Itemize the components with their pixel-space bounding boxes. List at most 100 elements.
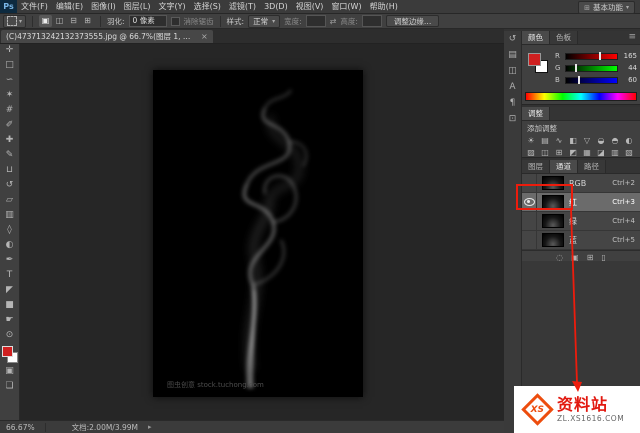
path-selection-tool[interactable]: ◤ [0, 283, 19, 298]
panel-menu-icon[interactable]: ≡ [628, 31, 636, 44]
screen-mode-button[interactable]: ❏ [0, 379, 19, 394]
new-selection-icon[interactable]: ▣ [39, 15, 52, 27]
menu-编辑(E)[interactable]: 编辑(E) [52, 0, 87, 13]
refine-edge-button[interactable]: 调整边缘… [386, 15, 440, 27]
visibility-toggle-红[interactable] [522, 193, 537, 211]
adjustment-invert-icon[interactable]: ◩ [566, 147, 580, 159]
menu-帮助(H)[interactable]: 帮助(H) [366, 0, 402, 13]
panel-navigator-icon[interactable]: ▤ [504, 47, 521, 63]
style-select[interactable]: 正常 ▾ [248, 15, 280, 28]
menu-文件(F)[interactable]: 文件(F) [17, 0, 52, 13]
feather-input[interactable]: 0 像素 [129, 15, 167, 27]
color-panel-swatches[interactable] [528, 53, 552, 77]
adjustment-brightness-contrast-icon[interactable]: ☀ [524, 135, 538, 147]
hand-tool[interactable]: ☛ [0, 313, 19, 328]
menu-文字(Y)[interactable]: 文字(Y) [154, 0, 189, 13]
slider-thumb-B[interactable] [578, 76, 580, 84]
intersect-selection-icon[interactable]: ⊞ [81, 15, 94, 27]
adjustment-photo-filter-icon[interactable]: ▨ [524, 147, 538, 159]
color-spectrum-ramp[interactable] [525, 92, 637, 101]
color-swatches[interactable] [0, 345, 19, 364]
rectangular-marquee-tool[interactable]: □ [0, 58, 19, 73]
menu-视图(V)[interactable]: 视图(V) [292, 0, 328, 13]
tab-通道[interactable]: 通道 [550, 160, 578, 173]
visibility-toggle-蓝[interactable] [522, 231, 537, 249]
foreground-color-swatch[interactable] [528, 53, 541, 66]
zoom-level[interactable]: 66.67% [6, 423, 46, 432]
zoom-tool[interactable]: ⊙ [0, 328, 19, 343]
canvas-area[interactable]: 图虫创意 stock.tuchong.com [20, 43, 504, 420]
panel-character-icon[interactable]: A [504, 79, 521, 95]
adjustment-channel-mixer-icon[interactable]: ◫ [538, 147, 552, 159]
adjustment-exposure-icon[interactable]: ◧ [566, 135, 580, 147]
adjustment-color-balance-icon[interactable]: ◓ [608, 135, 622, 147]
menu-滤镜(T)[interactable]: 滤镜(T) [225, 0, 260, 13]
tab-路径[interactable]: 路径 [578, 160, 606, 173]
quick-selection-tool[interactable]: ✶ [0, 88, 19, 103]
menu-图像(I)[interactable]: 图像(I) [87, 0, 120, 13]
type-tool[interactable]: T [0, 268, 19, 283]
adjustment-color-lookup-icon[interactable]: ⊞ [552, 147, 566, 159]
rectangle-tool[interactable]: ■ [0, 298, 19, 313]
antialias-checkbox[interactable] [171, 17, 180, 26]
panel-paragraph-icon[interactable]: ¶ [504, 95, 521, 111]
tab-色板[interactable]: 色板 [550, 31, 578, 44]
eyedropper-tool[interactable]: ✐ [0, 118, 19, 133]
adjustment-posterize-icon[interactable]: ▦ [580, 147, 594, 159]
tab-adjustments[interactable]: 调整 [522, 107, 550, 120]
add-to-selection-icon[interactable]: ◫ [53, 15, 66, 27]
width-input[interactable] [306, 15, 326, 27]
spot-healing-brush-tool[interactable]: ✚ [0, 133, 19, 148]
slider-track-B[interactable] [565, 77, 618, 84]
slider-thumb-R[interactable] [599, 52, 601, 60]
adjustment-selective-color-icon[interactable]: ▧ [622, 147, 636, 159]
adjustment-black-white-icon[interactable]: ◐ [622, 135, 636, 147]
dodge-tool[interactable]: ◐ [0, 238, 19, 253]
menu-窗口(W)[interactable]: 窗口(W) [327, 0, 365, 13]
adjustment-curves-icon[interactable]: ∿ [552, 135, 566, 147]
photoshop-logo: Ps [0, 0, 17, 13]
tab-图层[interactable]: 图层 [522, 160, 550, 173]
adjustment-threshold-icon[interactable]: ◪ [594, 147, 608, 159]
visibility-toggle-绿[interactable] [522, 212, 537, 230]
channel-row-RGB[interactable]: RGBCtrl+2 [522, 174, 640, 193]
adjustment-hue-saturation-icon[interactable]: ◒ [594, 135, 608, 147]
tab-颜色[interactable]: 颜色 [522, 31, 550, 44]
adjustment-gradient-map-icon[interactable]: ▥ [608, 147, 622, 159]
visibility-toggle-RGB[interactable] [522, 174, 537, 192]
workspace-switcher[interactable]: ⊞ 基本功能 ▾ [578, 1, 635, 14]
subtract-from-selection-icon[interactable]: ⊟ [67, 15, 80, 27]
menu-图层(L)[interactable]: 图层(L) [120, 0, 155, 13]
adjustment-levels-icon[interactable]: ▤ [538, 135, 552, 147]
history-brush-tool[interactable]: ↺ [0, 178, 19, 193]
eraser-tool[interactable]: ▱ [0, 193, 19, 208]
brush-tool[interactable]: ✎ [0, 148, 19, 163]
status-menu-arrow-icon[interactable]: ▸ [148, 423, 152, 431]
gradient-tool[interactable]: ▥ [0, 208, 19, 223]
channel-row-绿[interactable]: 绿Ctrl+4 [522, 212, 640, 231]
crop-tool[interactable]: # [0, 103, 19, 118]
channel-row-红[interactable]: 红Ctrl+3 [522, 193, 640, 212]
adjustment-vibrance-icon[interactable]: ▽ [580, 135, 594, 147]
swap-dimensions-icon[interactable]: ⇄ [330, 17, 337, 26]
document-tab[interactable]: (C)473713242132373555.jpg @ 66.7%(图层 1, … [1, 30, 213, 43]
menu-3D(D)[interactable]: 3D(D) [260, 0, 292, 13]
lasso-tool[interactable]: ∽ [0, 73, 19, 88]
channel-row-蓝[interactable]: 蓝Ctrl+5 [522, 231, 640, 250]
slider-track-G[interactable] [565, 65, 618, 72]
panel-history-icon[interactable]: ↺ [504, 31, 521, 47]
menu-选择(S)[interactable]: 选择(S) [190, 0, 225, 13]
panel-clone-source-icon[interactable]: ⊡ [504, 111, 521, 127]
panel-info-icon[interactable]: ◫ [504, 63, 521, 79]
foreground-color-swatch[interactable] [2, 346, 13, 357]
slider-track-R[interactable] [565, 53, 618, 60]
pen-tool[interactable]: ✒ [0, 253, 19, 268]
blur-tool[interactable]: ◊ [0, 223, 19, 238]
quick-mask-button[interactable]: ▣ [0, 364, 19, 379]
height-input[interactable] [362, 15, 382, 27]
slider-thumb-G[interactable] [575, 64, 577, 72]
tool-preset-picker[interactable]: ▾ [3, 15, 26, 28]
move-tool[interactable]: ✛ [0, 43, 19, 58]
clone-stamp-tool[interactable]: ⊔ [0, 163, 19, 178]
close-tab-icon[interactable]: × [201, 32, 208, 41]
